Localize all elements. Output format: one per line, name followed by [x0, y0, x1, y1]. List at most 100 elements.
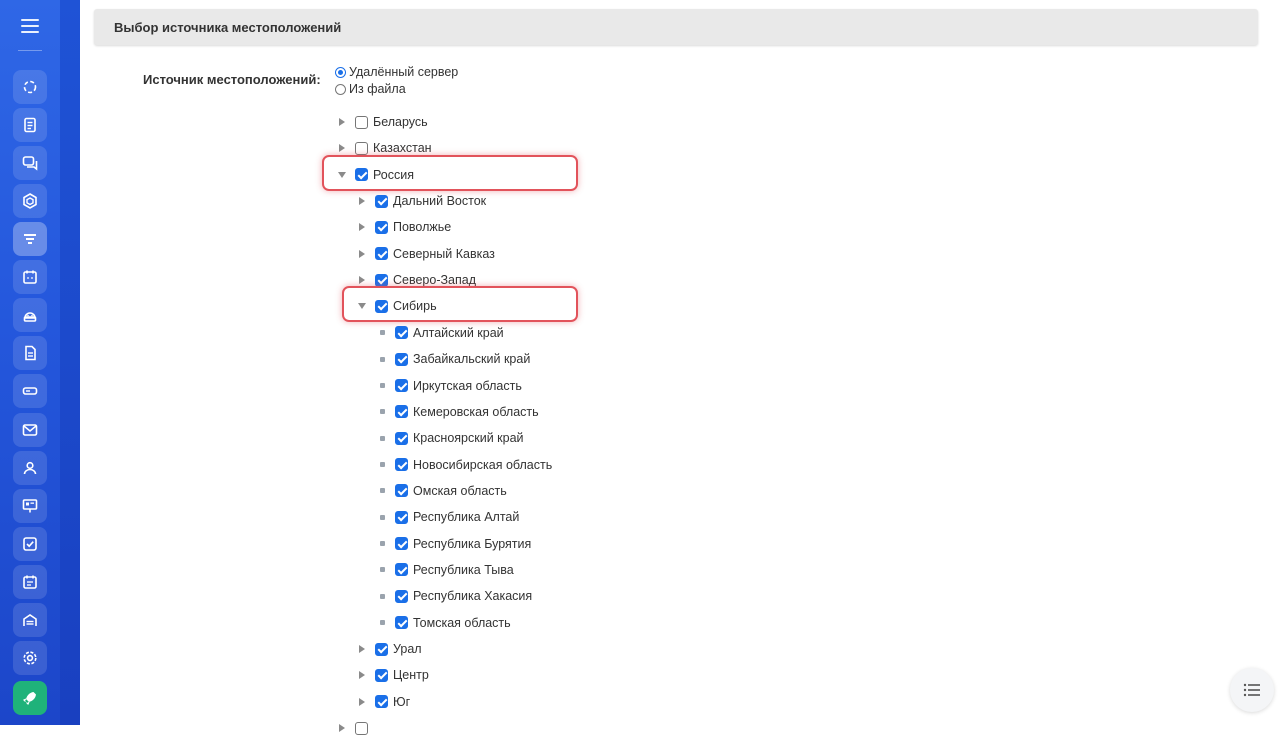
- expand-arrow-icon[interactable]: [332, 112, 352, 132]
- tree-checkbox[interactable]: [395, 537, 408, 551]
- sidebar-nav-item[interactable]: [13, 527, 47, 561]
- tree-checkbox[interactable]: [395, 326, 408, 340]
- tree-checkbox[interactable]: [375, 220, 388, 234]
- leaf-bullet-icon: [372, 613, 392, 633]
- tree-node-label: Новосибирская область: [413, 457, 553, 472]
- tree-checkbox[interactable]: [355, 115, 368, 129]
- sidebar-nav-item[interactable]: [13, 641, 47, 675]
- tree-checkbox[interactable]: [395, 484, 408, 498]
- mail-icon: [22, 424, 38, 436]
- sidebar-nav-item[interactable]: [13, 298, 47, 332]
- sidebar-nav-item[interactable]: [13, 108, 47, 142]
- tree-node: Урал: [352, 639, 422, 659]
- sidebar-nav-item[interactable]: [13, 222, 47, 256]
- tree-node-label: Иркутская область: [413, 378, 522, 393]
- radio-label: Из файла: [349, 82, 406, 96]
- tree-node-label: Омская область: [413, 483, 507, 498]
- hexagon-icon: [23, 193, 37, 209]
- radio-remote-server[interactable]: Удалённый сервер: [335, 65, 458, 79]
- tree-checkbox[interactable]: [375, 194, 388, 208]
- sidebar-nav-item[interactable]: [13, 413, 47, 447]
- tree-node-label: Алтайский край: [413, 325, 504, 340]
- leaf-bullet-icon: [372, 323, 392, 343]
- sidebar-nav-item[interactable]: [13, 489, 47, 523]
- android-icon: [23, 312, 37, 322]
- sidebar-nav-item[interactable]: [13, 184, 47, 218]
- radio-from-file[interactable]: Из файла: [335, 82, 406, 96]
- tree-node-label: Республика Алтай: [413, 510, 520, 525]
- tree-node: Омская область: [372, 481, 507, 501]
- tree-node: Поволжье: [352, 217, 451, 237]
- sidebar: [0, 0, 60, 725]
- tree-checkbox[interactable]: [395, 405, 408, 419]
- expand-arrow-icon[interactable]: [352, 639, 372, 659]
- tree-checkbox[interactable]: [355, 721, 368, 735]
- hamburger-menu-icon[interactable]: [18, 16, 42, 36]
- tree-node: Юг: [352, 692, 410, 712]
- tree-checkbox[interactable]: [375, 247, 388, 261]
- tree-node: Алтайский край: [372, 323, 504, 343]
- tree-checkbox[interactable]: [395, 458, 408, 472]
- expand-arrow-icon[interactable]: [352, 217, 372, 237]
- leaf-bullet-icon: [372, 560, 392, 580]
- tree-checkbox[interactable]: [395, 616, 408, 630]
- tree-checkbox[interactable]: [355, 141, 368, 155]
- sidebar-nav-item[interactable]: [13, 451, 47, 485]
- checkbox-icon: [23, 537, 37, 551]
- tree-checkbox[interactable]: [395, 589, 408, 603]
- sidebar-nav-item[interactable]: [13, 374, 47, 408]
- sidebar-nav-item[interactable]: [13, 260, 47, 294]
- tree-node: Республика Тыва: [372, 560, 514, 580]
- tree-node-label: Красноярский край: [413, 431, 524, 446]
- radio-button[interactable]: [335, 83, 346, 95]
- tree-node: Томская область: [372, 613, 511, 633]
- tree-node-label: Дальний Восток: [393, 194, 487, 209]
- filter-icon: [24, 234, 36, 244]
- leaf-bullet-icon: [372, 481, 392, 501]
- tree-checkbox[interactable]: [375, 642, 388, 656]
- tree-node: Центр: [352, 665, 429, 685]
- tree-checkbox[interactable]: [395, 431, 408, 445]
- tree-node-label: Забайкальский край: [413, 352, 531, 367]
- tree-node-label: Юг: [393, 694, 411, 709]
- expand-arrow-icon[interactable]: [352, 244, 372, 264]
- tree-node-label: Кемеровская область: [413, 404, 539, 419]
- leaf-bullet-icon: [372, 376, 392, 396]
- tree-node-label: Беларусь: [373, 115, 428, 129]
- tree-checkbox[interactable]: [395, 352, 408, 366]
- sidebar-nav-item[interactable]: [13, 565, 47, 599]
- expand-arrow-icon[interactable]: [352, 692, 372, 712]
- tree-node: Дальний Восток: [352, 191, 486, 211]
- sidebar-nav-item[interactable]: [13, 336, 47, 370]
- radio-button[interactable]: [335, 66, 346, 78]
- leaf-bullet-icon: [372, 428, 392, 448]
- tree-node: Красноярский край: [372, 428, 524, 448]
- expand-arrow-icon[interactable]: [352, 665, 372, 685]
- sidebar-nav-item[interactable]: [13, 681, 47, 715]
- rocket-icon: [22, 692, 36, 706]
- tree-node: Республика Хакасия: [372, 586, 532, 606]
- list-menu-button[interactable]: [1230, 668, 1274, 712]
- sidebar-nav-item[interactable]: [13, 70, 47, 104]
- sidebar-divider: [18, 50, 42, 51]
- expand-arrow-icon[interactable]: [352, 191, 372, 211]
- leaf-bullet-icon: [372, 349, 392, 369]
- tree-checkbox[interactable]: [395, 510, 408, 524]
- tree-node-label: Урал: [393, 642, 422, 656]
- highlight-box: [322, 154, 578, 191]
- presentation-icon: [22, 499, 38, 513]
- users-icon: [23, 461, 37, 475]
- tree-node-label: Поволжье: [393, 220, 452, 235]
- expand-arrow-icon[interactable]: [332, 718, 352, 738]
- tree-checkbox[interactable]: [375, 273, 388, 287]
- tree-checkbox[interactable]: [395, 563, 408, 577]
- sidebar-nav-item[interactable]: [13, 603, 47, 637]
- tree-checkbox[interactable]: [375, 668, 388, 682]
- tree-node-label: Центр: [393, 668, 429, 683]
- tree-checkbox[interactable]: [375, 695, 388, 709]
- garage-icon: [23, 614, 37, 626]
- list-icon: [1243, 683, 1260, 697]
- tree-checkbox[interactable]: [395, 379, 408, 392]
- sidebar-nav-item[interactable]: [13, 146, 47, 180]
- leaf-bullet-icon: [372, 507, 392, 527]
